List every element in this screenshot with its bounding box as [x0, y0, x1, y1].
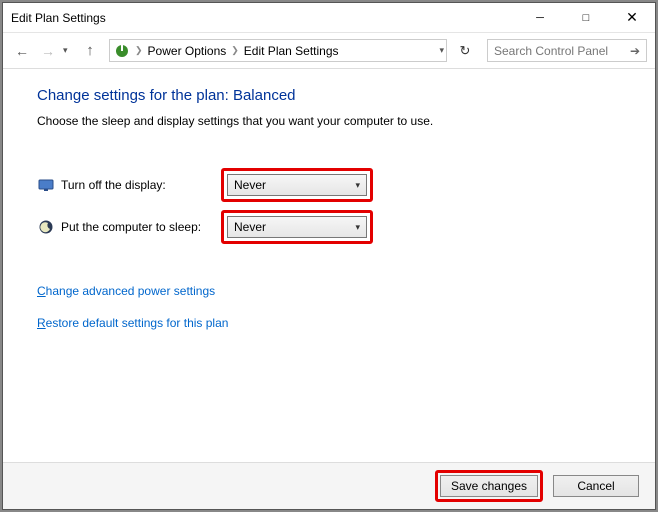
- advanced-power-settings-link[interactable]: Change advanced power settings: [37, 284, 631, 298]
- refresh-button[interactable]: ↻: [453, 39, 477, 62]
- breadcrumb-separator-icon: ❯: [228, 45, 242, 56]
- chevron-down-icon: ▾: [355, 222, 360, 233]
- sleep-icon: [37, 218, 55, 236]
- sleep-label: Put the computer to sleep:: [61, 220, 221, 234]
- highlight-box: Never ▾: [221, 210, 373, 244]
- nav-forward-button[interactable]: →: [37, 40, 59, 62]
- nav-up-button[interactable]: ↑: [79, 40, 101, 62]
- sleep-timeout-value: Never: [234, 220, 266, 234]
- sleep-timeout-select[interactable]: Never ▾: [227, 216, 367, 238]
- setting-row-sleep: Put the computer to sleep: Never ▾: [37, 206, 631, 248]
- links-section: Change advanced power settings Restore d…: [37, 284, 631, 330]
- display-timeout-value: Never: [234, 178, 266, 192]
- nav-history-dropdown[interactable]: ▾: [63, 45, 75, 56]
- highlight-box: Save changes: [435, 470, 543, 502]
- window: Edit Plan Settings ─ □ ✕ ← → ▾ ↑ ❯ Power…: [2, 2, 656, 510]
- display-icon: [37, 176, 55, 194]
- highlight-box: Never ▾: [221, 168, 373, 202]
- window-title: Edit Plan Settings: [11, 11, 517, 25]
- search-icon: ➔: [630, 44, 640, 58]
- breadcrumb-dropdown-icon[interactable]: ▾: [439, 40, 444, 61]
- breadcrumb-level1[interactable]: Power Options: [148, 44, 227, 58]
- breadcrumb-separator-icon: ❯: [132, 45, 146, 56]
- restore-defaults-link[interactable]: Restore default settings for this plan: [37, 316, 631, 330]
- save-button[interactable]: Save changes: [440, 475, 538, 497]
- search-input[interactable]: Search Control Panel ➔: [487, 39, 647, 62]
- display-timeout-select[interactable]: Never ▾: [227, 174, 367, 196]
- search-placeholder: Search Control Panel: [494, 44, 608, 58]
- breadcrumb-level2[interactable]: Edit Plan Settings: [244, 44, 339, 58]
- display-label: Turn off the display:: [61, 178, 221, 192]
- minimize-button[interactable]: ─: [517, 3, 563, 33]
- nav-back-button[interactable]: ←: [11, 40, 33, 62]
- close-button[interactable]: ✕: [609, 3, 655, 33]
- power-options-icon: [114, 43, 130, 59]
- maximize-button[interactable]: □: [563, 3, 609, 33]
- page-title: Change settings for the plan: Balanced: [37, 87, 631, 104]
- breadcrumb[interactable]: ❯ Power Options ❯ Edit Plan Settings ▾: [109, 39, 447, 62]
- content-area: Change settings for the plan: Balanced C…: [3, 69, 655, 463]
- setting-row-display: Turn off the display: Never ▾: [37, 164, 631, 206]
- chevron-down-icon: ▾: [355, 180, 360, 191]
- titlebar: Edit Plan Settings ─ □ ✕: [3, 3, 655, 33]
- page-subtitle: Choose the sleep and display settings th…: [37, 114, 631, 128]
- navbar: ← → ▾ ↑ ❯ Power Options ❯ Edit Plan Sett…: [3, 33, 655, 69]
- cancel-button[interactable]: Cancel: [553, 475, 639, 497]
- footer: Save changes Cancel: [3, 463, 655, 509]
